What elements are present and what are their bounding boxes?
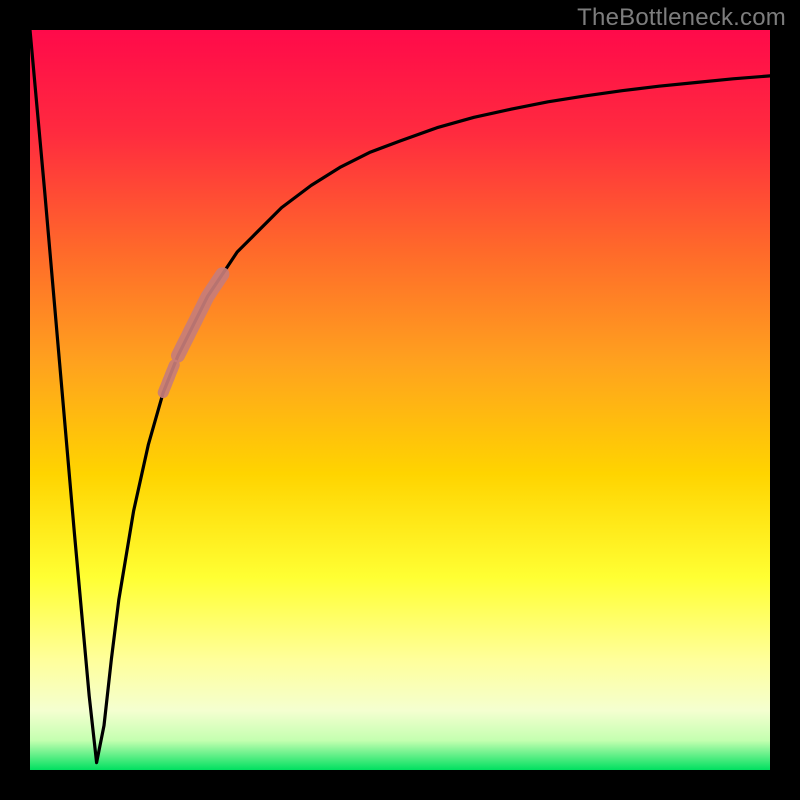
bottleneck-chart (0, 0, 800, 800)
watermark-text: TheBottleneck.com (577, 4, 786, 32)
chart-container: TheBottleneck.com (0, 0, 800, 800)
